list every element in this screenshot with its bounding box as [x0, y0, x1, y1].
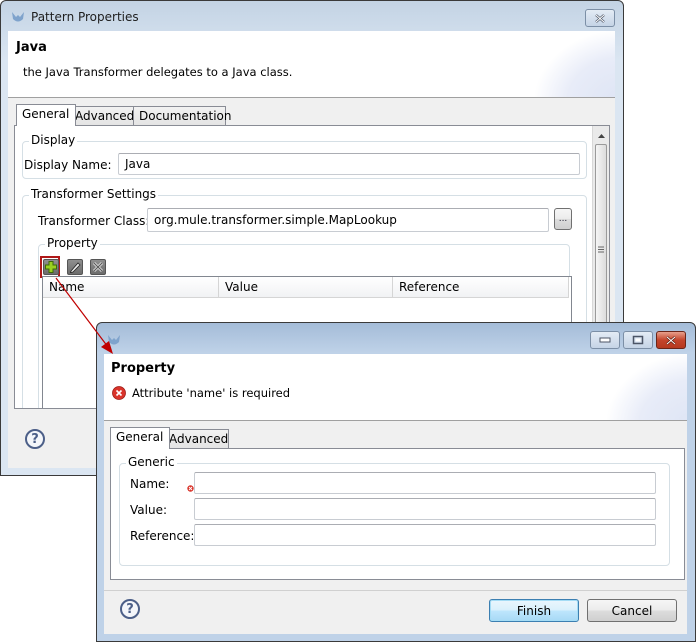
button-bar-divider	[104, 590, 687, 591]
mule-app-icon	[108, 335, 120, 345]
delete-icon	[92, 261, 104, 273]
help-icon: ?	[31, 431, 39, 447]
tab-advanced[interactable]: Advanced	[163, 429, 229, 449]
display-name-input[interactable]: Java	[118, 153, 580, 175]
property-general-panel: Generic Name: Value: Reference:	[110, 448, 685, 580]
column-header-value[interactable]: Value	[219, 277, 393, 297]
finish-button[interactable]: Finish	[489, 599, 579, 622]
scroll-up-arrow-icon[interactable]	[593, 128, 610, 144]
field-error-icon	[187, 485, 194, 492]
delete-property-button[interactable]	[90, 259, 106, 275]
scroll-grip-icon	[598, 246, 604, 253]
help-icon: ?	[126, 601, 134, 617]
name-label: Name:	[130, 477, 170, 491]
close-icon	[666, 335, 676, 345]
column-header-reference[interactable]: Reference	[393, 277, 569, 297]
header-decoration	[607, 354, 687, 420]
window-title: Pattern Properties	[31, 10, 139, 24]
header-title: Java	[16, 40, 47, 55]
maximize-icon	[632, 335, 644, 345]
tab-general[interactable]: General	[110, 427, 170, 449]
add-icon	[45, 261, 57, 273]
header-description: the Java Transformer delegates to a Java…	[23, 65, 293, 79]
mule-app-icon	[12, 12, 24, 22]
table-header: Name Value Reference	[43, 277, 569, 298]
property-title-bar[interactable]	[97, 323, 695, 353]
display-group-label: Display	[29, 133, 78, 147]
close-icon	[595, 13, 605, 23]
help-button[interactable]: ?	[25, 429, 45, 449]
edit-pencil-icon	[69, 262, 81, 274]
column-header-name[interactable]: Name	[43, 277, 219, 297]
generic-group-label: Generic	[126, 455, 177, 469]
minimize-button[interactable]	[590, 331, 620, 349]
maximize-button[interactable]	[623, 331, 653, 349]
transformer-settings-label: Transformer Settings	[29, 187, 159, 201]
help-button[interactable]: ?	[120, 599, 140, 619]
minimize-icon	[599, 337, 611, 343]
reference-label: Reference:	[130, 529, 195, 543]
property-group-label: Property	[45, 236, 100, 250]
error-message: Attribute 'name' is required	[132, 386, 291, 400]
close-button[interactable]	[585, 9, 615, 27]
add-property-button[interactable]	[43, 259, 59, 275]
edit-property-button[interactable]	[67, 259, 83, 275]
tab-documentation[interactable]: Documentation	[133, 106, 232, 126]
transformer-class-input[interactable]: org.mule.transformer.simple.MapLookup	[147, 208, 549, 232]
display-name-label: Display Name:	[24, 158, 112, 172]
browse-class-button[interactable]: ...	[554, 208, 572, 230]
property-header: Property Attribute 'name' is required	[104, 354, 687, 421]
transformer-class-label: Transformer Class:	[38, 214, 150, 228]
error-icon	[112, 386, 126, 400]
name-input[interactable]	[194, 472, 656, 494]
property-dialog-window: Property Attribute 'name' is required Ge…	[96, 322, 696, 642]
header-decoration	[535, 31, 615, 97]
tab-advanced[interactable]: Advanced	[69, 106, 138, 126]
dialog-header: Java the Java Transformer delegates to a…	[8, 31, 615, 98]
title-bar[interactable]: Pattern Properties	[1, 1, 623, 31]
property-header-title: Property	[111, 361, 176, 376]
property-client-area: Property Attribute 'name' is required Ge…	[104, 354, 687, 634]
property-close-button[interactable]	[656, 331, 686, 349]
value-label: Value:	[130, 503, 167, 517]
tab-general[interactable]: General	[16, 104, 76, 126]
reference-input[interactable]	[194, 524, 656, 546]
value-input[interactable]	[194, 498, 656, 520]
cancel-button[interactable]: Cancel	[587, 599, 677, 622]
